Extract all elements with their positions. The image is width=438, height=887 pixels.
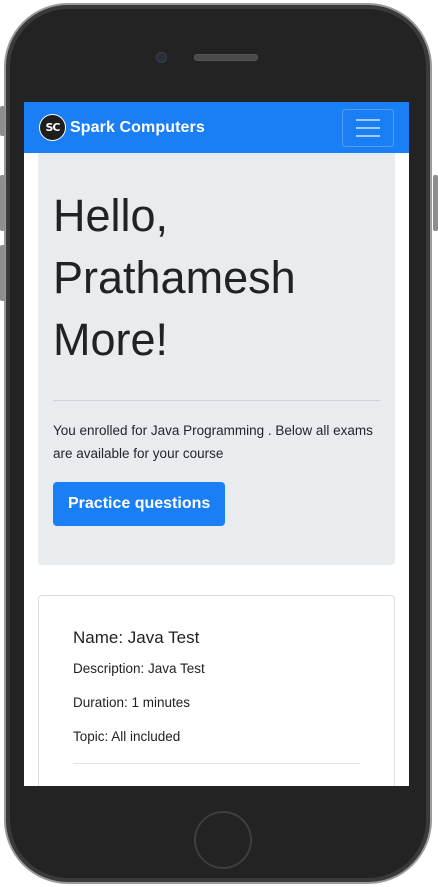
navbar: SC Spark Computers	[24, 102, 409, 153]
greeting-heading: Hello, Prathamesh More!	[53, 185, 380, 371]
practice-questions-button[interactable]: Practice questions	[53, 482, 226, 526]
hamburger-icon	[356, 135, 380, 137]
greeting-line: Prathamesh	[53, 252, 296, 303]
enrollment-message: You enrolled for Java Programming . Belo…	[53, 423, 373, 461]
welcome-jumbotron: Hello, Prathamesh More! You enrolled for…	[38, 153, 395, 565]
divider	[73, 763, 360, 764]
exam-card: Name: Java Test Description: Java Test D…	[38, 595, 395, 786]
greeting-line: More!	[53, 314, 169, 365]
exam-description: Description: Java Test	[73, 661, 205, 676]
brand-logo[interactable]: SC	[39, 114, 66, 141]
exam-name: Name: Java Test	[73, 628, 200, 647]
screen: SC Spark Computers Hello, Prathamesh Mor…	[24, 102, 409, 786]
navbar-toggler-button[interactable]	[342, 109, 394, 147]
speaker-grille	[194, 54, 258, 61]
home-button[interactable]	[194, 811, 252, 869]
camera-icon	[156, 52, 167, 63]
divider	[53, 400, 380, 401]
greeting-line: Hello,	[53, 190, 169, 241]
exam-duration: Duration: 1 minutes	[73, 695, 191, 710]
exam-topic: Topic: All included	[73, 729, 181, 744]
mute-switch	[0, 106, 5, 136]
hamburger-icon	[356, 127, 380, 129]
brand-name[interactable]: Spark Computers	[70, 119, 205, 137]
power-button	[433, 175, 438, 231]
volume-down-button	[0, 245, 5, 301]
hamburger-icon	[356, 119, 380, 121]
volume-up-button	[0, 175, 5, 231]
